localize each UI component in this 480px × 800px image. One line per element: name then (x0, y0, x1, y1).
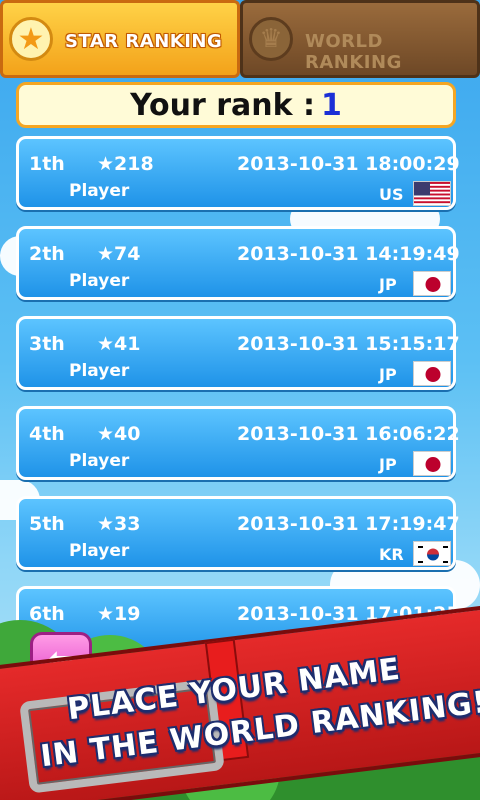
jp-flag-icon (413, 451, 451, 476)
ranking-date: 2013-10-31 15:15:17 (237, 333, 460, 355)
tab-star-ranking-label: STAR RANKING (65, 31, 223, 52)
ranking-row[interactable]: 3th ★41 2013-10-31 15:15:17 Player JP (16, 316, 460, 390)
star-count: ★218 (97, 153, 154, 175)
tab-star-ranking[interactable]: ★ STAR RANKING (0, 0, 240, 78)
player-name: Player (69, 271, 130, 291)
rank-position: 1th (29, 153, 65, 175)
ranking-date: 2013-10-31 16:06:22 (237, 423, 460, 445)
rank-position: 2th (29, 243, 65, 265)
star-count: ★74 (97, 243, 141, 265)
tab-world-ranking-label: WORLD RANKING (305, 31, 402, 73)
ranking-tabs: ★ STAR RANKING ♛ WORLD RANKING (0, 0, 480, 78)
player-name: Player (69, 361, 130, 381)
star-icon: ★ (9, 17, 53, 61)
country-code: JP (379, 455, 397, 474)
ranking-row[interactable]: 5th ★33 2013-10-31 17:19:47 Player KR (16, 496, 460, 570)
rank-position: 4th (29, 423, 65, 445)
ranking-date: 2013-10-31 17:19:47 (237, 513, 460, 535)
tab-world-ranking[interactable]: ♛ WORLD RANKING (240, 0, 480, 78)
us-flag-icon (413, 181, 451, 206)
star-count: ★33 (97, 513, 141, 535)
country-code: KR (379, 545, 404, 564)
country-code: US (379, 185, 404, 204)
jp-flag-icon (413, 271, 451, 296)
country-code: JP (379, 365, 397, 384)
ranking-row[interactable]: 1th ★218 2013-10-31 18:00:29 Player US (16, 136, 460, 210)
star-count: ★40 (97, 423, 141, 445)
rank-position: 5th (29, 513, 65, 535)
your-rank-label: Your rank : (130, 87, 316, 123)
your-rank-value: 1 (321, 87, 342, 123)
player-name: Player (69, 181, 130, 201)
ranking-date: 2013-10-31 18:00:29 (237, 153, 460, 175)
player-name: Player (69, 451, 130, 471)
star-count: ★41 (97, 333, 141, 355)
kr-flag-icon (413, 541, 451, 566)
ranking-row[interactable]: 4th ★40 2013-10-31 16:06:22 Player JP (16, 406, 460, 480)
ranking-row[interactable]: 2th ★74 2013-10-31 14:19:49 Player JP (16, 226, 460, 300)
country-code: JP (379, 275, 397, 294)
your-rank-box: Your rank : 1 (16, 82, 456, 128)
jp-flag-icon (413, 361, 451, 386)
ranking-date: 2013-10-31 14:19:49 (237, 243, 460, 265)
rank-position: 3th (29, 333, 65, 355)
player-name: Player (69, 541, 130, 561)
crown-icon: ♛ (249, 17, 293, 61)
